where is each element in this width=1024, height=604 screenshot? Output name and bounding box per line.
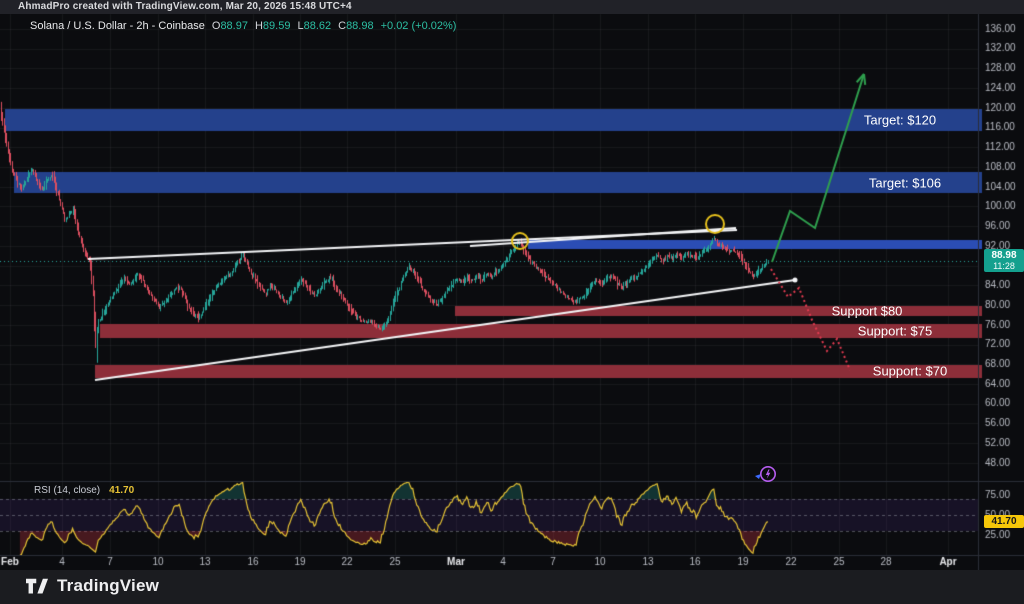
rsi-legend[interactable]: RSI (14, close) 41.70	[34, 485, 134, 496]
symbol-title: Solana / U.S. Dollar - 2h - Coinbase	[30, 20, 205, 32]
ohlc-close-key: C	[338, 20, 346, 32]
zone-label-support-80[interactable]: Support $80	[832, 304, 903, 319]
ohlc-close-value: 88.98	[346, 20, 374, 32]
tradingview-logo-icon	[26, 577, 48, 596]
tradingview-chart-screenshot: { "attribution": "AhmadPro created with …	[0, 0, 1024, 604]
rsi-legend-value: 41.70	[109, 485, 134, 496]
zone-label-support-75[interactable]: Support: $75	[858, 324, 932, 339]
price-change: +0.02 (+0.02%)	[381, 20, 457, 32]
tradingview-logo-text: TradingView	[57, 576, 159, 596]
logo-bar: TradingView	[0, 570, 1024, 604]
price-chart-canvas[interactable]	[0, 0, 1024, 604]
rsi-value-badge: 41.70	[984, 515, 1024, 528]
ohlc-low-value: 88.62	[304, 20, 332, 32]
zone-label-target-106[interactable]: Target: $106	[869, 176, 941, 191]
ohlc-high-value: 89.59	[263, 20, 291, 32]
flash-sticker-icon[interactable]	[753, 463, 779, 487]
zone-label-target-120[interactable]: Target: $120	[864, 113, 936, 128]
tradingview-logo[interactable]: TradingView	[26, 576, 159, 596]
last-price-badge: 88.98 11:28	[984, 249, 1024, 272]
candle-countdown: 11:28	[984, 261, 1024, 271]
ohlc-open-value: 88.97	[220, 20, 248, 32]
ohlc-high-key: H	[255, 20, 263, 32]
symbol-header[interactable]: Solana / U.S. Dollar - 2h - Coinbase O88…	[30, 20, 456, 32]
attribution-bar: AhmadPro created with TradingView.com, M…	[0, 0, 1024, 14]
zone-label-support-70[interactable]: Support: $70	[873, 364, 947, 379]
last-price-value: 88.98	[984, 250, 1024, 261]
rsi-legend-title: RSI (14, close)	[34, 485, 100, 496]
ohlc-open-key: O	[212, 20, 221, 32]
